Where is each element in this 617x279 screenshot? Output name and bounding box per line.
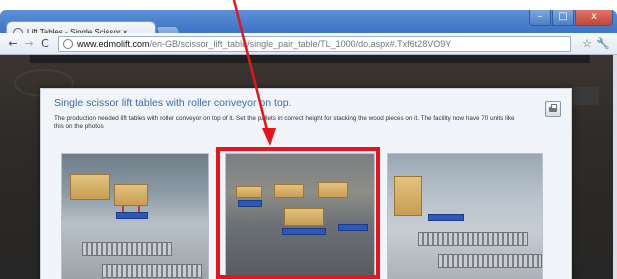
minimize-button[interactable]: – (529, 10, 551, 26)
browser-toolbar: ← → C www.edmolift.com /en-GB/scissor_li… (0, 33, 617, 55)
maximize-button[interactable]: □ (552, 10, 574, 26)
wood-stack (114, 184, 148, 206)
photo-thumbnail-3[interactable] (387, 153, 543, 279)
lightbox-description: The production needed lift tables with r… (54, 115, 515, 130)
window-controls: – □ x (529, 10, 613, 28)
url-host: www.edmolift.com (77, 38, 150, 49)
back-button[interactable]: ← (6, 37, 20, 50)
forward-button[interactable]: → (22, 37, 36, 50)
close-window-button[interactable]: x (575, 10, 613, 26)
vertical-scrollbar[interactable] (613, 55, 617, 279)
lightbox-title: Single scissor lift tables with roller c… (54, 97, 292, 109)
roller-conveyor (438, 254, 542, 268)
page-nav-strip (30, 55, 590, 63)
lift-platform (428, 214, 464, 221)
red-highlight-box (216, 147, 380, 279)
print-icon[interactable] (545, 101, 561, 117)
wrench-icon[interactable]: 🔧 (595, 37, 611, 50)
reload-button[interactable]: C (38, 37, 52, 50)
address-bar[interactable]: www.edmolift.com /en-GB/scissor_lift_tab… (58, 35, 571, 52)
photo-thumbnail-1[interactable] (61, 153, 209, 279)
roller-conveyor (418, 232, 528, 246)
wood-stack (394, 176, 422, 216)
roller-conveyor (102, 264, 202, 278)
bookmark-star-icon[interactable]: ☆ (579, 37, 595, 50)
url-path: /en-GB/scissor_lift_table/single_pair_ta… (149, 38, 452, 49)
globe-icon (63, 38, 73, 49)
lift-platform (116, 212, 148, 219)
wood-stack (70, 174, 110, 200)
roller-conveyor (82, 242, 172, 256)
